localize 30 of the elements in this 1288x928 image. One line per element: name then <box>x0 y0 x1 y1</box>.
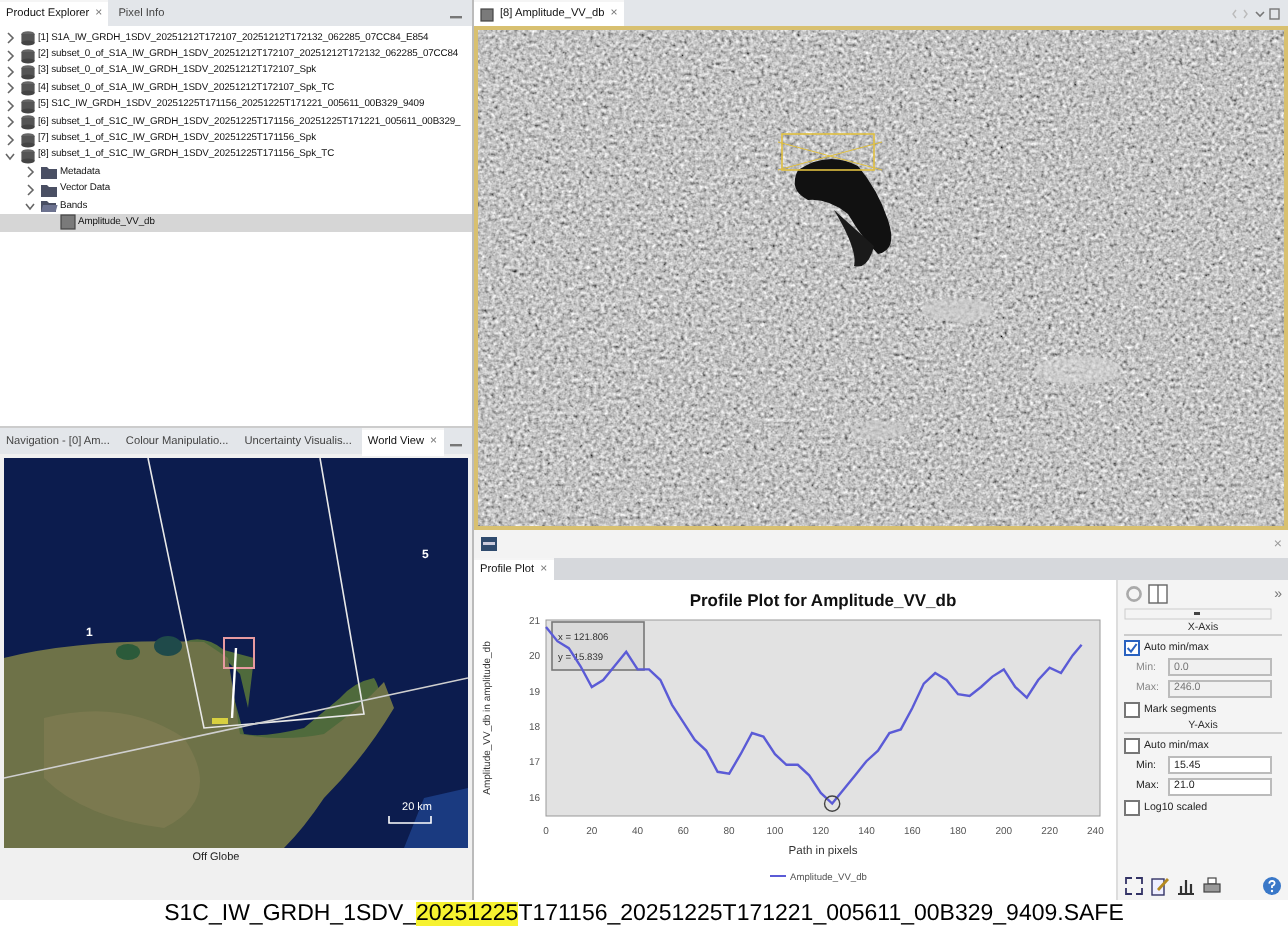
cursor-marker <box>823 795 841 812</box>
chevron-right-icon[interactable] <box>4 97 16 114</box>
checkbox[interactable] <box>1124 639 1140 656</box>
window-icon <box>480 536 498 552</box>
band-icon <box>59 214 75 231</box>
checkbox[interactable] <box>1124 737 1140 754</box>
checkmark-icon <box>1126 641 1138 654</box>
chevron-right-icon[interactable] <box>4 80 16 97</box>
filename-caption: S1C_IW_GRDH_1SDV_20251225T171156_20251225T171221_005611_00B329_9409.SAFE <box>164 902 1124 926</box>
print-icon[interactable] <box>1202 876 1222 896</box>
chevron-down-icon[interactable] <box>24 198 36 215</box>
help-icon[interactable] <box>1262 876 1282 896</box>
chart-icon[interactable] <box>1176 876 1196 896</box>
chevron-right-icon[interactable] <box>24 164 36 181</box>
chevron-right-icon[interactable] <box>24 181 36 198</box>
chevron-right-icon[interactable] <box>4 47 16 64</box>
zoom-all-icon[interactable] <box>1124 876 1144 896</box>
chevron-right-icon[interactable] <box>4 114 16 131</box>
chevron-right-icon[interactable] <box>4 131 16 148</box>
split-view-icon[interactable] <box>1148 584 1168 604</box>
checkbox[interactable] <box>1124 701 1140 718</box>
band-icon <box>480 7 494 21</box>
open-folder-icon <box>39 198 57 215</box>
chevron-right-icon[interactable] <box>4 30 16 47</box>
chart-title: Profile Plot for Amplitude_VV_db <box>689 590 957 610</box>
edit-icon[interactable] <box>1150 876 1170 896</box>
chevron-right-icon[interactable] <box>4 63 16 80</box>
checkbox[interactable] <box>1124 799 1140 816</box>
scale-bar-icon <box>388 816 432 824</box>
collapse-handle-icon[interactable] <box>1124 607 1272 620</box>
